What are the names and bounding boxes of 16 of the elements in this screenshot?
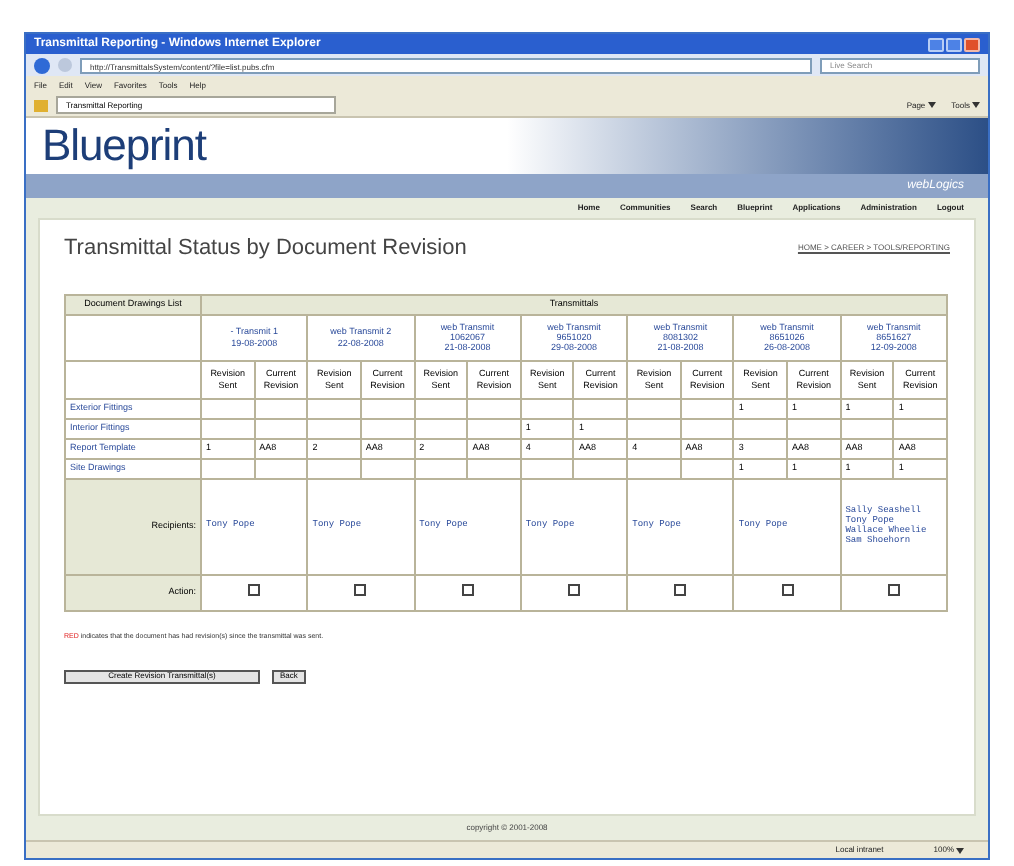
close-button[interactable] [964,37,980,51]
checkbox[interactable] [248,584,261,597]
back-button[interactable] [34,57,50,73]
checkbox[interactable] [674,584,687,597]
site-logo: Blueprint [40,124,206,168]
checkbox[interactable] [354,584,367,597]
page-title: Transmittal Status by Document Revision [64,234,467,264]
maximize-button[interactable] [946,37,962,51]
checkbox[interactable] [887,584,900,597]
caret-icon [972,102,980,108]
checkbox[interactable] [461,584,474,597]
caret-icon [927,102,936,108]
caret-icon [956,847,964,853]
checkbox[interactable] [567,584,580,597]
minimize-button[interactable] [928,37,944,51]
checkbox[interactable] [781,584,794,597]
